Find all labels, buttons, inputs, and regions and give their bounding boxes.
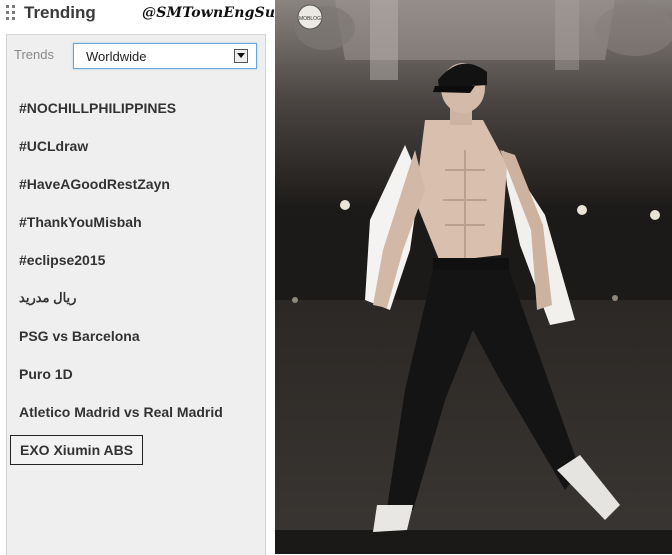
watermark-text: @SMTownEngSub bbox=[142, 5, 286, 21]
drag-handle-icon[interactable] bbox=[5, 3, 19, 23]
dancer-photo: MOBLOG bbox=[275, 0, 672, 554]
panel-title: Trending bbox=[24, 3, 96, 22]
trends-panel: Trending @SMTownEngSub Trends Worldwide … bbox=[0, 0, 285, 555]
panel-header: Trending @SMTownEngSub bbox=[0, 0, 285, 32]
trend-item[interactable]: Puro 1D bbox=[19, 366, 73, 382]
trend-item[interactable]: #eclipse2015 bbox=[19, 252, 105, 268]
trend-item[interactable]: #ThankYouMisbah bbox=[19, 214, 142, 230]
moblog-badge: MOBLOG bbox=[299, 16, 321, 22]
location-select-value: Worldwide bbox=[86, 49, 147, 64]
trend-item[interactable]: PSG vs Barcelona bbox=[19, 328, 140, 344]
chevron-down-icon[interactable] bbox=[234, 49, 248, 63]
trend-item[interactable]: #NOCHILLPHILIPPINES bbox=[19, 100, 176, 116]
trend-item-selected[interactable]: EXO Xiumin ABS bbox=[10, 435, 144, 465]
trends-list-area: Trends Worldwide #NOCHILLPHILIPPINES #UC… bbox=[6, 34, 266, 555]
trend-item[interactable]: ريال مدريد bbox=[19, 290, 76, 306]
trend-item[interactable]: #UCLdraw bbox=[19, 138, 88, 154]
trends-label: Trends bbox=[14, 47, 54, 62]
trend-item[interactable]: Atletico Madrid vs Real Madrid bbox=[19, 404, 223, 420]
photo-illustration: MOBLOG bbox=[275, 0, 672, 554]
trend-item[interactable]: #HaveAGoodRestZayn bbox=[19, 176, 170, 192]
location-select[interactable]: Worldwide bbox=[73, 43, 257, 69]
